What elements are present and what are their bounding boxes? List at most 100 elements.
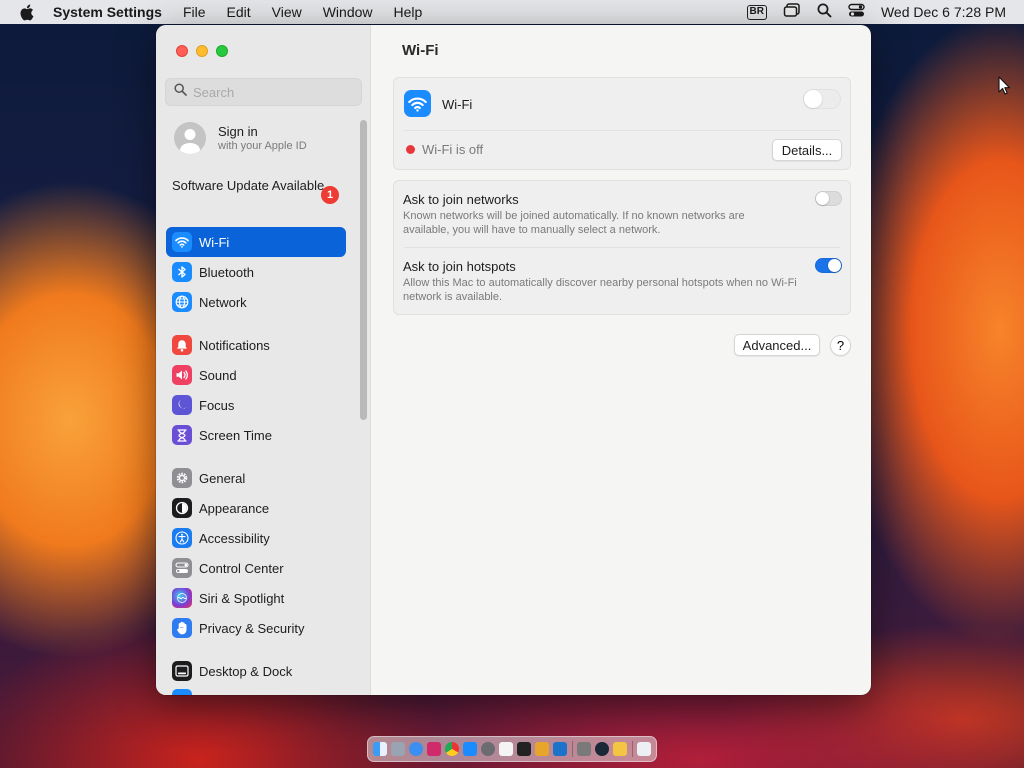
hourglass-icon: [172, 425, 192, 445]
window-controls: [176, 45, 236, 57]
sidebar-group-desktop: Desktop & Dock: [166, 656, 346, 686]
menu-clock[interactable]: Wed Dec 6 7:28 PM: [881, 4, 1006, 20]
sidebar-item-appearance[interactable]: Appearance: [166, 493, 346, 523]
menu-extras: BR Wed Dec 6 7:28 PM: [731, 0, 1024, 24]
wifi-toggle[interactable]: [803, 89, 841, 109]
globe-icon: [172, 292, 192, 312]
input-source-badge[interactable]: BR: [746, 4, 767, 20]
sidebar-item-control-center[interactable]: Control Center: [166, 553, 346, 583]
finder-icon[interactable]: [373, 742, 387, 756]
menu-help[interactable]: Help: [394, 4, 423, 20]
sidebar-item-focus[interactable]: Focus: [166, 390, 346, 420]
sidebar-item-label: Accessibility: [199, 530, 270, 546]
sidebar-item-label: Bluetooth: [199, 264, 254, 280]
sidebar-item-bluetooth[interactable]: Bluetooth: [166, 257, 346, 287]
sidebar-item-label: Notifications: [199, 337, 270, 353]
spotlight-search-icon[interactable]: [817, 3, 832, 21]
close-window-button[interactable]: [176, 45, 188, 57]
apple-menu-icon[interactable]: [19, 4, 37, 21]
control-center-icon: [172, 558, 192, 578]
safari-icon[interactable]: [409, 742, 423, 756]
textedit-icon[interactable]: [499, 742, 513, 756]
sidebar-group-general: General Appearance Accessibility Control…: [166, 463, 346, 643]
zoom-window-button[interactable]: [216, 45, 228, 57]
apple-id-signin[interactable]: Sign in with your Apple ID: [174, 122, 307, 154]
moon-icon: [172, 395, 192, 415]
stage-manager-icon[interactable]: [783, 3, 801, 21]
control-center-menu-icon[interactable]: [848, 3, 865, 21]
sidebar-item-accessibility[interactable]: Accessibility: [166, 523, 346, 553]
signin-subtitle: with your Apple ID: [218, 140, 307, 152]
steam-icon[interactable]: [595, 742, 609, 756]
software-update-badge: 1: [321, 186, 339, 204]
sidebar-item-label: Appearance: [199, 500, 270, 516]
signin-title: Sign in: [218, 124, 258, 139]
minimize-window-button[interactable]: [196, 45, 208, 57]
terminal-icon[interactable]: [517, 742, 531, 756]
desktop-icon: [172, 661, 192, 681]
system-settings-window: Sign in with your Apple ID Software Upda…: [156, 25, 871, 695]
search-icon: [174, 83, 187, 101]
sidebar-item-network[interactable]: Network: [166, 287, 346, 317]
main-pane: Wi-Fi Wi-Fi Wi-Fi is off Details... Ask …: [371, 25, 871, 695]
details-button[interactable]: Details...: [772, 139, 842, 161]
gear-icon: [172, 468, 192, 488]
bell-icon: [172, 335, 192, 355]
ask-hotspots-row: Ask to join hotspots Allow this Mac to a…: [394, 248, 850, 314]
sidebar-item-siri-spotlight[interactable]: Siri & Spotlight: [166, 583, 346, 613]
accessibility-icon: [172, 528, 192, 548]
avatar: [174, 122, 206, 154]
sidebar-item-desktop-dock[interactable]: Desktop & Dock: [166, 656, 346, 686]
vscode-icon[interactable]: [553, 742, 567, 756]
settings-dock-icon[interactable]: [481, 742, 495, 756]
wifi-row: Wi-Fi: [394, 78, 850, 130]
menu-edit[interactable]: Edit: [227, 4, 251, 20]
advanced-button[interactable]: Advanced...: [734, 334, 820, 356]
dock-separator: [632, 741, 633, 757]
menu-view[interactable]: View: [272, 4, 302, 20]
ask-networks-title: Ask to join networks: [403, 192, 519, 207]
ask-hotspots-title: Ask to join hotspots: [403, 259, 516, 274]
help-button[interactable]: ?: [830, 335, 851, 356]
software-update-item[interactable]: Software Update Available: [172, 178, 344, 194]
sidebar-item-wifi[interactable]: Wi-Fi: [166, 227, 346, 257]
ask-networks-description: Known networks will be joined automatica…: [403, 210, 745, 236]
wifi-status-row: Wi-Fi is off Details...: [394, 131, 850, 171]
sidebar-item-general[interactable]: General: [166, 463, 346, 493]
page-title: Wi-Fi: [402, 42, 439, 59]
sidebar: Sign in with your Apple ID Software Upda…: [156, 25, 371, 695]
sidebar-group-connectivity: Wi-Fi Bluetooth Network: [166, 227, 346, 317]
ask-join-card: Ask to join networks Known networks will…: [393, 180, 851, 315]
app-store-icon[interactable]: [463, 742, 477, 756]
wifi-large-icon: [404, 90, 431, 117]
ask-networks-toggle[interactable]: [815, 191, 842, 206]
sidebar-item-label: Control Center: [199, 560, 284, 576]
sidebar-item-label: Sound: [199, 367, 237, 383]
search-field[interactable]: [165, 78, 362, 106]
menu-app-name[interactable]: System Settings: [53, 4, 162, 20]
home-icon[interactable]: [613, 742, 627, 756]
photo-app-icon[interactable]: [427, 742, 441, 756]
xcode-like-icon[interactable]: [535, 742, 549, 756]
utility-icon[interactable]: [577, 742, 591, 756]
sidebar-item-sound[interactable]: Sound: [166, 360, 346, 390]
sidebar-item-label: Wi-Fi: [199, 234, 230, 250]
search-input[interactable]: [193, 84, 353, 100]
sidebar-next-item-peek-icon: [172, 689, 192, 695]
launchpad-icon[interactable]: [391, 742, 405, 756]
menu-file[interactable]: File: [183, 4, 206, 20]
chrome-icon[interactable]: [445, 742, 459, 756]
sidebar-item-screen-time[interactable]: Screen Time: [166, 420, 346, 450]
sidebar-item-privacy-security[interactable]: Privacy & Security: [166, 613, 346, 643]
sidebar-item-label: Desktop & Dock: [199, 663, 293, 679]
sidebar-item-label: Privacy & Security: [199, 620, 305, 636]
sidebar-item-label: Focus: [199, 397, 235, 413]
menu-window[interactable]: Window: [323, 4, 373, 20]
mouse-cursor-icon: [998, 76, 1011, 100]
menu-bar: System Settings File Edit View Window He…: [0, 0, 1024, 24]
ask-hotspots-toggle[interactable]: [815, 258, 842, 273]
trash-icon[interactable]: [637, 742, 651, 756]
sidebar-item-notifications[interactable]: Notifications: [166, 330, 346, 360]
dock-separator: [572, 741, 573, 757]
sidebar-scrollbar[interactable]: [360, 120, 367, 420]
